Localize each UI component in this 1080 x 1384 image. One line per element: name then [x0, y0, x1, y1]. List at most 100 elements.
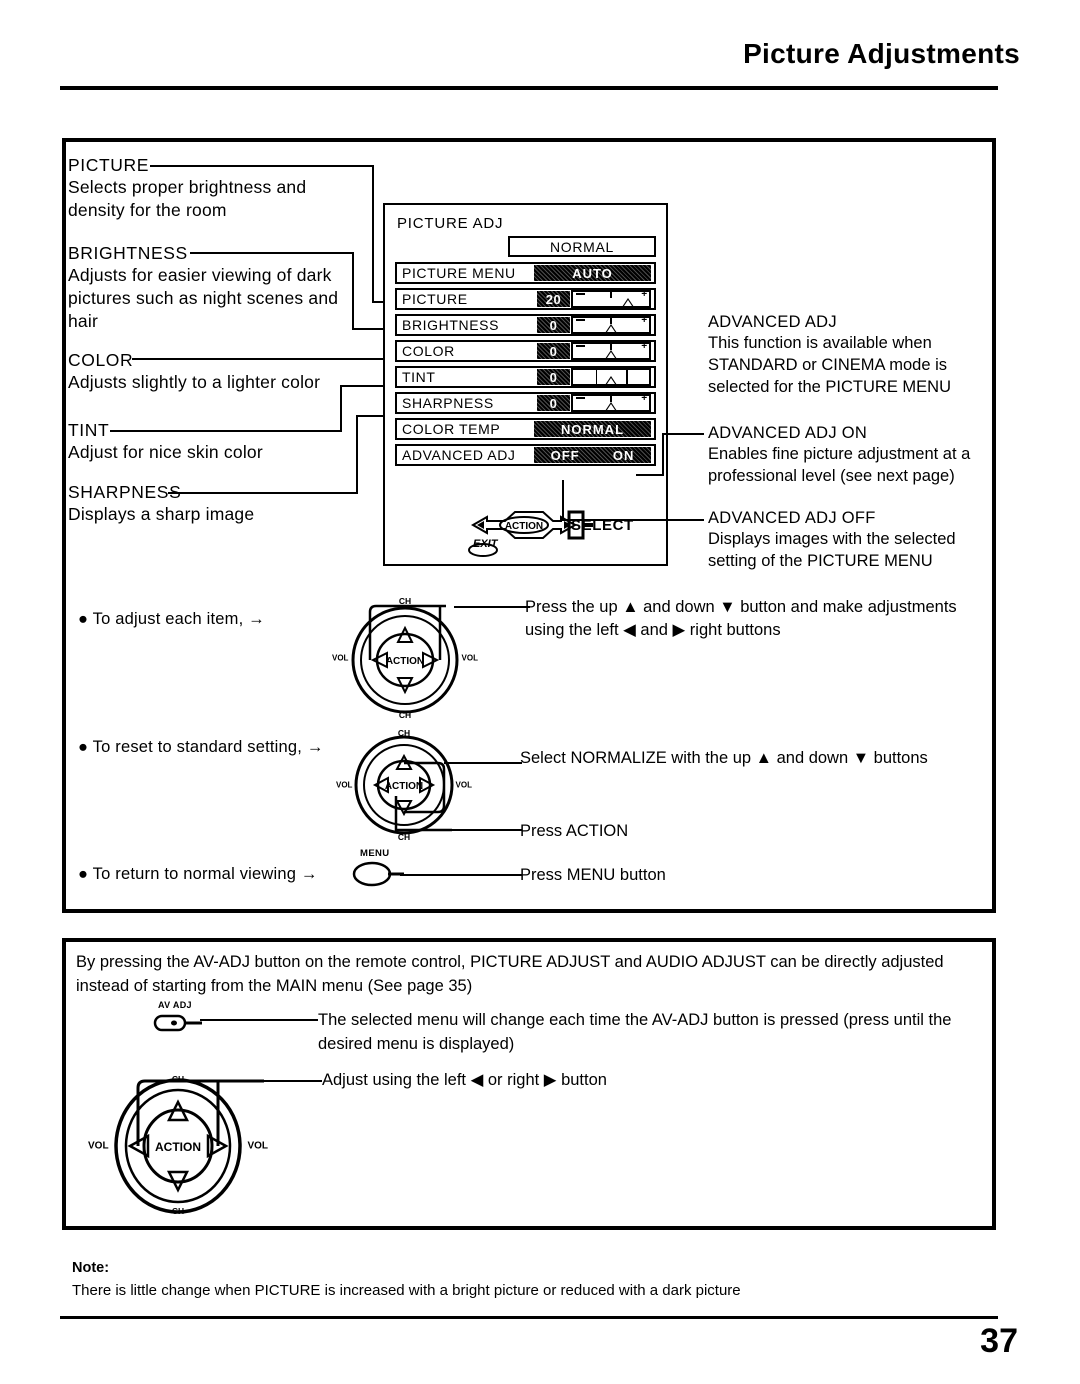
osd-row-label: BRIGHTNESS	[402, 317, 500, 333]
osd-row-label: ADVANCED ADJ	[402, 447, 516, 463]
slider-left-tick	[595, 370, 598, 386]
osd-slider-brightness[interactable]: +	[571, 316, 651, 334]
minus-icon	[576, 397, 585, 399]
osd-slider-tint[interactable]	[571, 368, 651, 386]
osd-normalize-button[interactable]: NORMAL	[508, 236, 656, 257]
remote-wheel-avadj[interactable]: ACTION CH CH VOL VOL	[88, 1068, 268, 1218]
osd-select-pad[interactable]: ACTION SELECT EXIT	[465, 508, 655, 560]
osd-row-label: COLOR	[402, 343, 455, 359]
desc-color: COLOR Adjusts slightly to a lighter colo…	[68, 350, 368, 394]
action-pad-icon[interactable]: ACTION	[465, 508, 655, 560]
osd-row-value: 20	[537, 291, 570, 307]
desc-advanced-adj-body: This function is available when STANDARD…	[708, 334, 951, 396]
leader-avadj-line1	[200, 1019, 318, 1021]
remote-vol-left-label: VOL	[336, 780, 353, 790]
osd-slider-sharpness[interactable]: +	[571, 394, 651, 412]
remote-ch-down-label: CH	[171, 1206, 185, 1216]
leader-adv-on-v	[662, 433, 664, 476]
footer-divider	[60, 1316, 998, 1319]
desc-brightness: BRIGHTNESS Adjusts for easier viewing of…	[68, 243, 368, 333]
plus-icon: +	[641, 315, 647, 326]
avadj-button-icon[interactable]	[152, 1010, 202, 1036]
remote-wheel-icon[interactable]: ACTION	[330, 598, 480, 718]
remote-ch-up-label: CH	[397, 728, 411, 738]
osd-row-value: 0	[537, 317, 570, 333]
leader-tint-v	[340, 385, 342, 431]
remote-menu-button[interactable]: MENU	[352, 848, 404, 894]
remote-ch-up-label: CH	[171, 1074, 185, 1084]
osd-row-advanced-adj[interactable]: ADVANCED ADJ OFF ON	[395, 444, 656, 466]
leader-adv-on-h2	[662, 433, 704, 435]
note-text: There is little change when PICTURE is i…	[72, 1282, 741, 1299]
avadj-instruction-1: The selected menu will change each time …	[318, 1011, 952, 1053]
slider-right-tick	[626, 370, 628, 386]
osd-title: PICTURE ADJ	[397, 215, 504, 232]
slider-knob[interactable]	[605, 402, 617, 411]
osd-row-picture[interactable]: PICTURE 20 +	[395, 288, 656, 310]
osd-row-toggle[interactable]: OFF ON	[534, 447, 651, 463]
svg-text:ACTION: ACTION	[505, 521, 543, 532]
osd-row-sharpness[interactable]: SHARPNESS 0 +	[395, 392, 656, 414]
desc-advanced-adj-heading: ADVANCED ADJ	[708, 313, 837, 331]
osd-slider-picture[interactable]: +	[571, 290, 651, 308]
osd-row-tint[interactable]: TINT 0	[395, 366, 656, 388]
avadj-paragraph: By pressing the AV-ADJ button on the rem…	[76, 953, 944, 995]
remote-wheel-icon[interactable]: ACTION	[88, 1068, 268, 1218]
desc-sharpness-body: Displays a sharp image	[68, 504, 255, 524]
osd-row-value: 0	[537, 343, 570, 359]
slider-knob[interactable]	[605, 324, 617, 333]
desc-advanced-adj-off-heading: ADVANCED ADJ OFF	[708, 509, 876, 527]
leader-picture-v	[372, 165, 374, 302]
leader-brightness-h1	[190, 252, 354, 254]
remote-vol-left-label: VOL	[332, 653, 349, 663]
header-divider	[60, 86, 998, 90]
osd-exit-label: EXIT	[473, 538, 498, 550]
osd-slider-color[interactable]: +	[571, 342, 651, 360]
slider-knob[interactable]	[605, 376, 617, 385]
remote-menu-label: MENU	[360, 848, 390, 859]
osd-row-value: 0	[537, 395, 570, 411]
osd-row-label: TINT	[402, 369, 436, 385]
osd-row-value: AUTO	[534, 265, 651, 281]
osd-row-brightness[interactable]: BRIGHTNESS 0 +	[395, 314, 656, 336]
plus-icon: +	[641, 289, 647, 300]
osd-row-value: 0	[537, 369, 570, 385]
remote-wheel-icon[interactable]: ACTION	[334, 730, 474, 840]
osd-row-value: NORMAL	[534, 421, 651, 437]
leader-adjust-instr	[454, 606, 530, 608]
remote-vol-left-label: VOL	[88, 1140, 109, 1152]
osd-row-picture-menu[interactable]: PICTURE MENU AUTO	[395, 262, 656, 284]
osd-row-color-temp[interactable]: COLOR TEMP NORMAL	[395, 418, 656, 440]
osd-toggle-on[interactable]: ON	[613, 448, 635, 463]
osd-row-label: PICTURE	[402, 291, 468, 307]
instruction-press-menu: Press MENU button	[520, 866, 666, 884]
leader-adv-on-h1	[636, 474, 664, 476]
osd-row-color[interactable]: COLOR 0 +	[395, 340, 656, 362]
osd-toggle-off[interactable]: OFF	[551, 448, 580, 463]
slider-knob[interactable]	[605, 350, 617, 359]
instruction-normalize: Select NORMALIZE with the up ▲ and down …	[520, 749, 928, 767]
leader-sharpness-v	[356, 415, 358, 493]
slider-center-tick	[610, 292, 612, 298]
svg-text:ACTION: ACTION	[155, 1140, 201, 1154]
remote-ch-down-label: CH	[398, 710, 412, 720]
osd-picture-adj-panel: PICTURE ADJ NORMAL PICTURE MENU AUTO PIC…	[383, 203, 668, 566]
remote-wheel-adjust[interactable]: ACTION CH CH VOL VOL	[330, 596, 480, 720]
avadj-remote-button[interactable]: AV ADJ	[152, 1000, 202, 1041]
manual-page: Picture Adjustments PICTURE Selects prop…	[0, 0, 1080, 1384]
desc-sharpness: SHARPNESS Displays a sharp image	[68, 482, 368, 526]
plus-icon: +	[641, 393, 647, 404]
slider-knob[interactable]	[621, 298, 634, 307]
osd-row-label: SHARPNESS	[402, 395, 494, 411]
page-number: 37	[980, 1322, 1018, 1360]
note-heading: Note:	[72, 1260, 110, 1276]
desc-advanced-adj-on-heading: ADVANCED ADJ ON	[708, 424, 868, 442]
menu-button-icon[interactable]	[352, 859, 404, 889]
bullet-reset-standard: ● To reset to standard setting, →	[78, 738, 324, 756]
desc-color-heading: COLOR	[68, 350, 134, 370]
desc-advanced-adj-off: ADVANCED ADJ OFF Displays images with th…	[708, 509, 1008, 572]
desc-tint-body: Adjust for nice skin color	[68, 442, 263, 462]
plus-icon: +	[641, 341, 647, 352]
remote-wheel-normalize[interactable]: ACTION CH CH VOL VOL	[334, 728, 474, 842]
svg-text:ACTION: ACTION	[385, 781, 423, 792]
